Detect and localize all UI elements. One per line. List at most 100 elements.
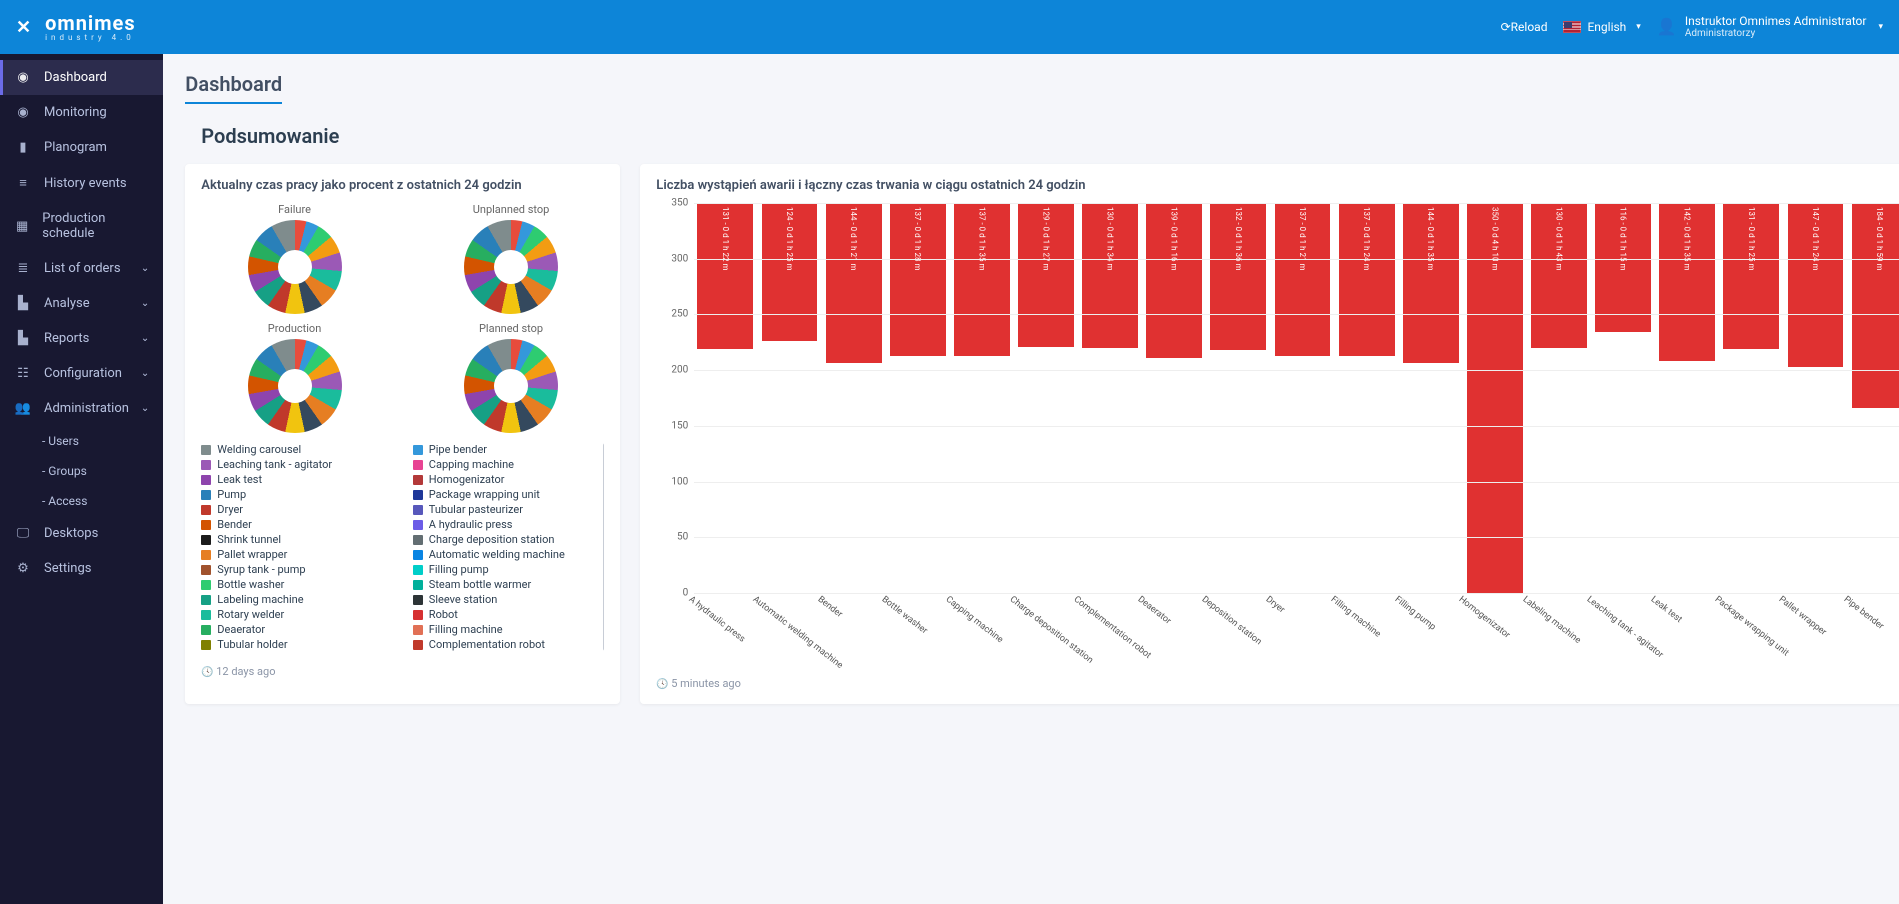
legend-text: Filling machine bbox=[429, 623, 503, 636]
sidebar-item-dashboard[interactable]: ◉Dashboard bbox=[0, 60, 163, 95]
section-title: Podsumowanie bbox=[201, 124, 1899, 148]
main-content: Dashboard Perform GPT AnalysisShow Lates… bbox=[163, 54, 1899, 904]
bar: 131 - 0 d 1 h 22 m bbox=[697, 203, 753, 349]
bar-column: 147 - 0 d 1 h 24 m bbox=[1784, 203, 1846, 593]
legend-text: Leak test bbox=[217, 473, 262, 486]
sidebar-item-monitoring[interactable]: ◉Monitoring bbox=[0, 95, 163, 130]
sidebar-item-desktops[interactable]: 🖵Desktops bbox=[0, 516, 163, 551]
legend-swatch bbox=[413, 475, 423, 485]
y-tick: 0 bbox=[683, 588, 689, 599]
sidebar-item-reports[interactable]: ▙Reports⌄ bbox=[0, 321, 163, 356]
sidebar-item-list-of-orders[interactable]: ≣ List of orders ⌄ bbox=[0, 251, 163, 286]
bar-value-label: 142 - 0 d 1 h 35 m bbox=[1683, 203, 1692, 271]
sidebar-item-planogram[interactable]: ▮Planogram bbox=[0, 130, 163, 165]
sidebar-subitem[interactable]: - Access bbox=[0, 486, 163, 516]
legend-text: Pump bbox=[217, 488, 246, 501]
bar: 147 - 0 d 1 h 24 m bbox=[1788, 203, 1844, 367]
chevron-down-icon: ⌄ bbox=[141, 263, 149, 274]
sidebar-item-history-events[interactable]: ≡History events bbox=[0, 165, 163, 201]
legend-swatch bbox=[201, 535, 211, 545]
sidebar-item-administration[interactable]: 👥Administration⌄ bbox=[0, 391, 163, 426]
bar: 129 - 0 d 1 h 27 m bbox=[1018, 203, 1074, 347]
sidebar-item-production-schedule[interactable]: ▦Production schedule bbox=[0, 201, 163, 251]
legend-item: Dryer bbox=[201, 503, 393, 516]
sidebar-item-analyse[interactable]: ▙Analyse⌄ bbox=[0, 286, 163, 321]
legend-item: Package wrapping unit bbox=[413, 488, 605, 501]
legend-text: Bottle washer bbox=[217, 578, 284, 591]
legend-swatch bbox=[201, 520, 211, 530]
legend-text: Rotary welder bbox=[217, 608, 284, 621]
legend-item: Pump bbox=[201, 488, 393, 501]
page-header: Dashboard Perform GPT AnalysisShow Lates… bbox=[185, 72, 1899, 104]
language-selector[interactable]: English ▾ bbox=[1563, 20, 1640, 34]
close-icon[interactable]: ✕ bbox=[16, 17, 31, 38]
legend-text: Sleeve station bbox=[429, 593, 498, 606]
menu-icon: ▙ bbox=[14, 296, 32, 311]
donut-label: Planned stop bbox=[418, 322, 605, 335]
legend-item: Capping machine bbox=[413, 458, 605, 471]
chevron-down-icon: ⌄ bbox=[141, 403, 149, 414]
sidebar-label: Planogram bbox=[44, 140, 107, 155]
bar-column: 350 - 0 d 4 h 10 m bbox=[1464, 203, 1526, 593]
menu-icon: 🖵 bbox=[14, 526, 32, 541]
legend-item: Automatic welding machine bbox=[413, 548, 605, 561]
menu-icon: ▙ bbox=[14, 331, 32, 346]
bar-value-label: 137 - 0 d 1 h 21 m bbox=[1298, 203, 1307, 271]
bar-column: 129 - 0 d 1 h 27 m bbox=[1015, 203, 1077, 593]
legend-item: Leak test bbox=[201, 473, 393, 486]
legend-swatch bbox=[413, 505, 423, 515]
sidebar-label: History events bbox=[44, 176, 127, 191]
legend-item: Tubular holder bbox=[201, 638, 393, 651]
sidebar-item-settings[interactable]: ⚙Settings bbox=[0, 551, 163, 586]
bar: 137 - 0 d 1 h 21 m bbox=[1275, 203, 1331, 356]
bar-column: 137 - 0 d 1 h 21 m bbox=[1271, 203, 1333, 593]
bar-column: 131 - 0 d 1 h 22 m bbox=[694, 203, 756, 593]
bar-column: 144 - 0 d 1 h 35 m bbox=[1400, 203, 1462, 593]
legend-item: Syrup tank - pump bbox=[201, 563, 393, 576]
bar-value-label: 137 - 0 d 1 h 28 m bbox=[913, 203, 922, 271]
legend-item: Bender bbox=[201, 518, 393, 531]
legend-swatch bbox=[201, 550, 211, 560]
bar-column: 130 - 0 d 1 h 43 m bbox=[1528, 203, 1590, 593]
bar-value-label: 144 - 0 d 1 h 21 m bbox=[849, 203, 858, 271]
menu-icon: ≣ bbox=[14, 261, 32, 276]
sidebar-label: List of orders bbox=[44, 261, 121, 276]
sidebar-subitem[interactable]: - Users bbox=[0, 426, 163, 456]
bar: 184 - 0 d 1 h 59 m bbox=[1852, 203, 1899, 408]
bar-column: 139 - 0 d 1 h 16 m bbox=[1143, 203, 1205, 593]
bar-value-label: 129 - 0 d 1 h 27 m bbox=[1041, 203, 1050, 271]
donut-unplanned-stop: Unplanned stop bbox=[418, 203, 605, 314]
timestamp: 12 days ago bbox=[201, 665, 604, 678]
legend-swatch bbox=[201, 565, 211, 575]
bar-column: 144 - 0 d 1 h 21 m bbox=[823, 203, 885, 593]
legend-item: Complementation robot bbox=[413, 638, 605, 651]
card-worktime: Aktualny czas pracy jako procent z ostat… bbox=[185, 164, 620, 704]
y-tick: 300 bbox=[671, 253, 688, 264]
legend-item: Charge deposition station bbox=[413, 533, 605, 546]
legend-swatch bbox=[413, 610, 423, 620]
sidebar-label: Analyse bbox=[44, 296, 90, 311]
legend-swatch bbox=[413, 490, 423, 500]
bar-column: 184 - 0 d 1 h 59 m bbox=[1849, 203, 1899, 593]
bar: 144 - 0 d 1 h 21 m bbox=[826, 203, 882, 363]
sidebar-item-configuration[interactable]: ☷Configuration⌄ bbox=[0, 356, 163, 391]
bar-value-label: 131 - 0 d 1 h 25 m bbox=[1747, 203, 1756, 271]
bar-column: 142 - 0 d 1 h 35 m bbox=[1656, 203, 1718, 593]
legend-text: Steam bottle warmer bbox=[429, 578, 531, 591]
legend-text: Shrink tunnel bbox=[217, 533, 281, 546]
sidebar-subitem[interactable]: - Groups bbox=[0, 456, 163, 486]
legend-item: Steam bottle warmer bbox=[413, 578, 605, 591]
reload-button[interactable]: Reload bbox=[1501, 20, 1548, 34]
bar-value-label: 124 - 0 d 1 h 25 m bbox=[785, 203, 794, 271]
brand-logo[interactable]: omnimes industry 4.0 bbox=[45, 12, 136, 43]
bar-value-label: 137 - 0 d 1 h 35 m bbox=[977, 203, 986, 271]
user-menu[interactable]: 👤 Instruktor Omnimes Administrator Admin… bbox=[1657, 14, 1883, 40]
legend-swatch bbox=[413, 445, 423, 455]
bar: 350 - 0 d 4 h 10 m bbox=[1467, 203, 1523, 593]
bar-column: 137 - 0 d 1 h 28 m bbox=[887, 203, 949, 593]
sidebar-label: Administration bbox=[44, 401, 129, 416]
chevron-down-icon: ⌄ bbox=[141, 333, 149, 344]
bar-value-label: 147 - 0 d 1 h 24 m bbox=[1811, 203, 1820, 271]
legend-text: Charge deposition station bbox=[429, 533, 555, 546]
bar-column: 137 - 0 d 1 h 24 m bbox=[1336, 203, 1398, 593]
